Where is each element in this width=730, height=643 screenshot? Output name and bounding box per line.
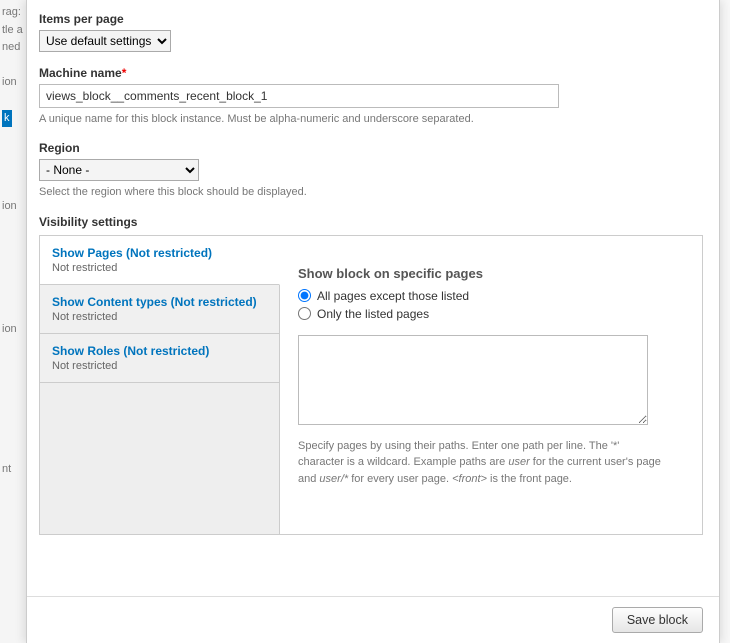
items-per-page-select[interactable]: Use default settings [39, 30, 171, 52]
tab-roles[interactable]: Show Roles (Not restricted) Not restrict… [40, 334, 279, 383]
region-label: Region [39, 141, 703, 155]
pane-title: Show block on specific pages [298, 266, 684, 281]
region-description: Select the region where this block shoul… [39, 185, 703, 200]
tab-roles-title: Show Roles (Not restricted) [52, 344, 267, 358]
background-right-strip [720, 0, 730, 643]
modal-body: Items per page Use default settings Mach… [27, 0, 719, 596]
machine-name-field: Machine name* A unique name for this blo… [39, 66, 703, 127]
radio-all-except-input[interactable] [298, 289, 311, 302]
machine-name-input[interactable] [39, 84, 559, 108]
modal-footer: Save block [27, 596, 719, 643]
block-config-modal: Items per page Use default settings Mach… [26, 0, 720, 643]
items-per-page-field: Items per page Use default settings [39, 12, 703, 52]
visibility-title: Visibility settings [39, 215, 703, 229]
region-field: Region - None - Select the region where … [39, 141, 703, 200]
items-per-page-label: Items per page [39, 12, 703, 26]
machine-name-label: Machine name* [39, 66, 703, 80]
visibility-tabs-list: Show Pages (Not restricted) Not restrict… [40, 236, 280, 534]
tab-roles-sub: Not restricted [52, 360, 267, 372]
background-left-strip: rag:tle aned ion k ion ion nt [0, 0, 26, 643]
machine-name-description: A unique name for this block instance. M… [39, 112, 703, 127]
visibility-tabs-wrapper: Show Pages (Not restricted) Not restrict… [39, 235, 703, 535]
tab-filler [40, 383, 279, 534]
tab-pages[interactable]: Show Pages (Not restricted) Not restrict… [40, 236, 280, 285]
radio-all-except[interactable]: All pages except those listed [298, 289, 684, 303]
radio-only-listed-input[interactable] [298, 307, 311, 320]
visibility-pane: Show block on specific pages All pages e… [280, 236, 702, 534]
tab-pages-sub: Not restricted [52, 262, 267, 274]
tab-content-types-title: Show Content types (Not restricted) [52, 295, 267, 309]
tab-content-types[interactable]: Show Content types (Not restricted) Not … [40, 285, 279, 334]
pages-help-text: Specify pages by using their paths. Ente… [298, 438, 668, 488]
save-button[interactable]: Save block [612, 607, 703, 633]
required-marker: * [122, 66, 127, 80]
region-select[interactable]: - None - [39, 159, 199, 181]
radio-only-listed[interactable]: Only the listed pages [298, 307, 684, 321]
pages-textarea[interactable] [298, 335, 648, 425]
tab-pages-title: Show Pages (Not restricted) [52, 246, 267, 260]
tab-content-types-sub: Not restricted [52, 311, 267, 323]
